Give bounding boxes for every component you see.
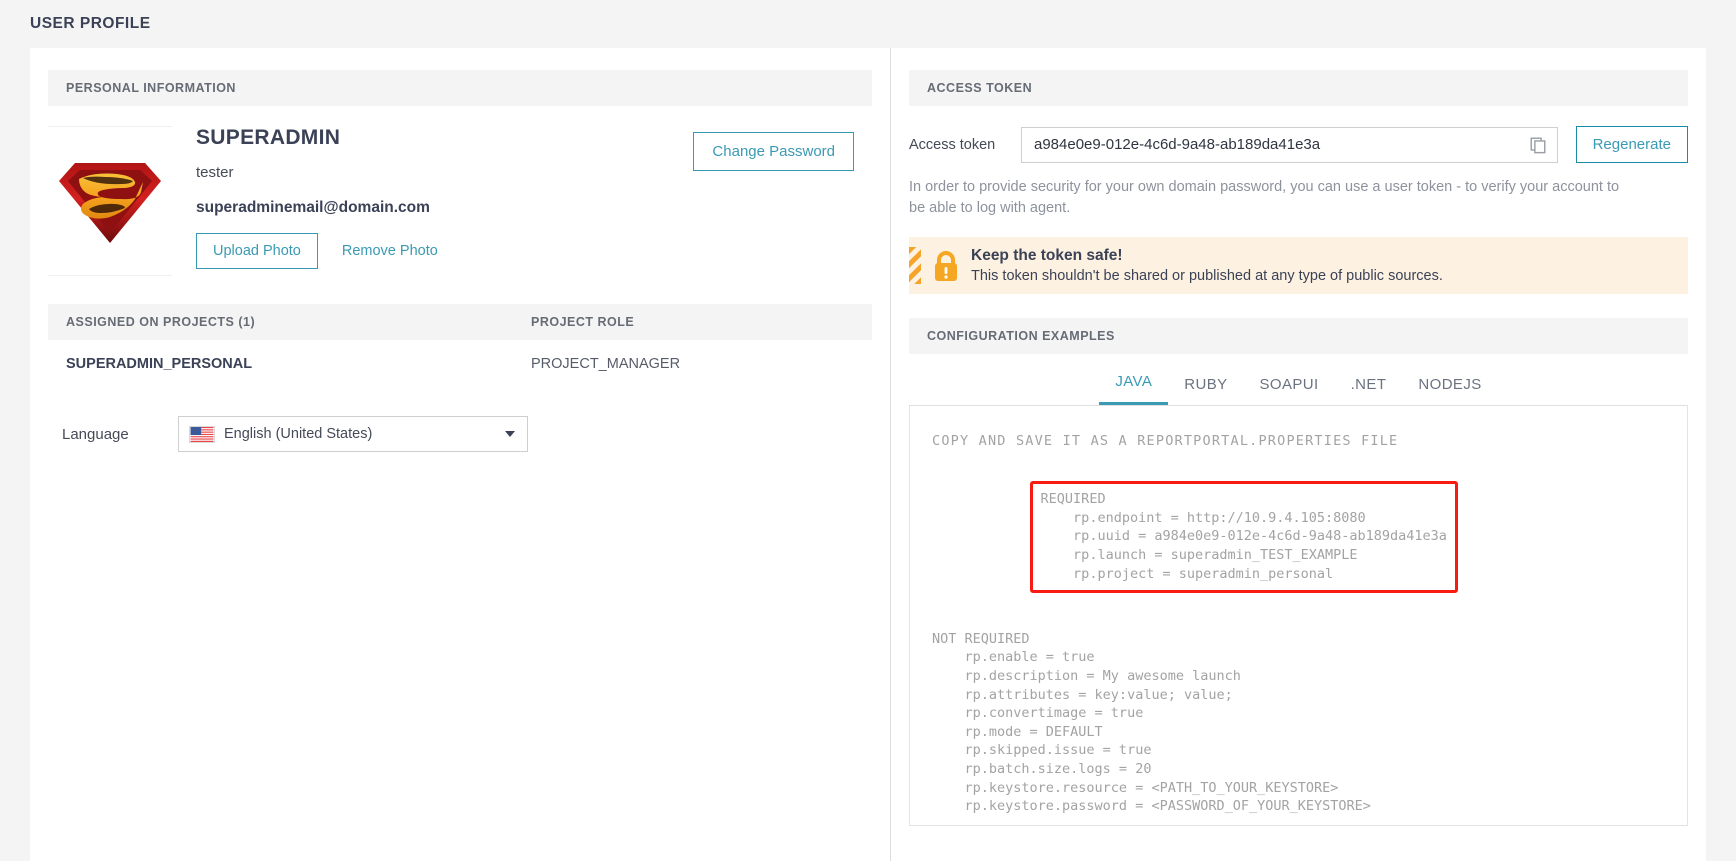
tab-ruby[interactable]: RUBY xyxy=(1168,376,1243,405)
projects-table-header: ASSIGNED ON PROJECTS (1) PROJECT ROLE xyxy=(48,304,872,340)
flag-us-icon xyxy=(189,425,215,443)
avatar-wrapper xyxy=(48,126,174,276)
user-name: SUPERADMIN xyxy=(196,126,341,149)
content-shell: PERSONAL INFORMATION SUPERADMIN tester s… xyxy=(30,48,1706,861)
chevron-down-icon xyxy=(505,431,515,437)
tab-soapui[interactable]: SOAPUI xyxy=(1244,376,1335,405)
column-header-projects: ASSIGNED ON PROJECTS (1) xyxy=(66,315,256,329)
user-email: superadminemail@domain.com xyxy=(196,199,430,216)
tab-dotnet[interactable]: .NET xyxy=(1335,376,1403,405)
code-panel-title: COPY AND SAVE IT AS A REPORTPORTAL.PROPE… xyxy=(932,433,1399,449)
required-properties-block: REQUIRED rp.endpoint = http://10.9.4.105… xyxy=(1029,481,1458,594)
access-token-title: ACCESS TOKEN xyxy=(927,81,1033,95)
access-token-note: In order to provide security for your ow… xyxy=(909,179,1620,216)
superman-shield-logo-icon xyxy=(59,163,161,243)
table-row[interactable]: SUPERADMIN_PERSONAL PROJECT_MANAGER xyxy=(48,340,872,388)
not-required-properties-block: NOT REQUIRED rp.enable = true rp.descrip… xyxy=(932,630,1371,815)
language-select[interactable]: English (United States) xyxy=(178,416,528,452)
token-safety-warning: Keep the token safe! This token shouldn'… xyxy=(909,237,1688,294)
access-token-row: Access token Regenerate xyxy=(909,106,1688,163)
profile-info-row: SUPERADMIN tester superadminemail@domain… xyxy=(48,106,872,276)
warning-body: This token shouldn't be shared or publis… xyxy=(971,268,1443,284)
warning-text: Keep the token safe! This token shouldn'… xyxy=(971,247,1443,284)
warning-stripe xyxy=(909,247,921,284)
configuration-tabs: JAVA RUBY SOAPUI .NET NODEJS xyxy=(909,354,1688,406)
tab-java[interactable]: JAVA xyxy=(1099,373,1169,405)
change-password-wrapper: Change Password xyxy=(693,126,872,276)
tab-nodejs[interactable]: NODEJS xyxy=(1402,376,1497,405)
configuration-code-panel: COPY AND SAVE IT AS A REPORTPORTAL.PROPE… xyxy=(909,406,1688,826)
personal-information-title: PERSONAL INFORMATION xyxy=(66,81,236,95)
project-role: PROJECT_MANAGER xyxy=(531,356,681,372)
access-token-section: ACCESS TOKEN Access token Regenerate In … xyxy=(891,70,1706,294)
configuration-examples-header: CONFIGURATION EXAMPLES xyxy=(909,318,1688,354)
project-name: SUPERADMIN_PERSONAL xyxy=(66,356,253,372)
language-label: Language xyxy=(62,425,129,443)
lock-warning-icon xyxy=(935,250,957,281)
profile-details: SUPERADMIN tester superadminemail@domain… xyxy=(174,126,693,276)
right-column: ACCESS TOKEN Access token Regenerate In … xyxy=(890,48,1706,861)
access-token-input[interactable] xyxy=(1032,135,1529,154)
configuration-examples-title: CONFIGURATION EXAMPLES xyxy=(927,329,1115,343)
user-role: tester xyxy=(196,164,234,181)
page-header: USER PROFILE xyxy=(0,0,1736,48)
page-title: USER PROFILE xyxy=(30,15,151,32)
warning-title: Keep the token safe! xyxy=(971,247,1123,264)
regenerate-button[interactable]: Regenerate xyxy=(1575,126,1688,163)
upload-photo-button[interactable]: Upload Photo xyxy=(196,233,318,269)
remove-photo-button[interactable]: Remove Photo xyxy=(336,242,444,260)
personal-information-section: PERSONAL INFORMATION xyxy=(30,70,890,106)
lock-warning-icon-wrapper xyxy=(921,249,971,283)
access-token-header: ACCESS TOKEN xyxy=(909,70,1688,106)
configuration-examples-section: CONFIGURATION EXAMPLES JAVA RUBY SOAPUI … xyxy=(891,318,1706,826)
language-row: Language English (United States) xyxy=(30,388,890,452)
personal-information-header: PERSONAL INFORMATION xyxy=(48,70,872,106)
change-password-button[interactable]: Change Password xyxy=(693,132,854,171)
user-profile-page: USER PROFILE PERSONAL INFORMATION SUPERA… xyxy=(0,0,1736,861)
column-header-role: PROJECT ROLE xyxy=(531,315,635,329)
language-selected-value: English (United States) xyxy=(224,426,373,442)
access-token-field[interactable] xyxy=(1021,126,1558,163)
copy-icon[interactable] xyxy=(1529,136,1547,154)
left-column: PERSONAL INFORMATION SUPERADMIN tester s… xyxy=(30,48,890,861)
access-token-label: Access token xyxy=(909,136,996,153)
avatar[interactable] xyxy=(48,126,172,276)
photo-actions: Upload Photo Remove Photo xyxy=(196,233,693,269)
